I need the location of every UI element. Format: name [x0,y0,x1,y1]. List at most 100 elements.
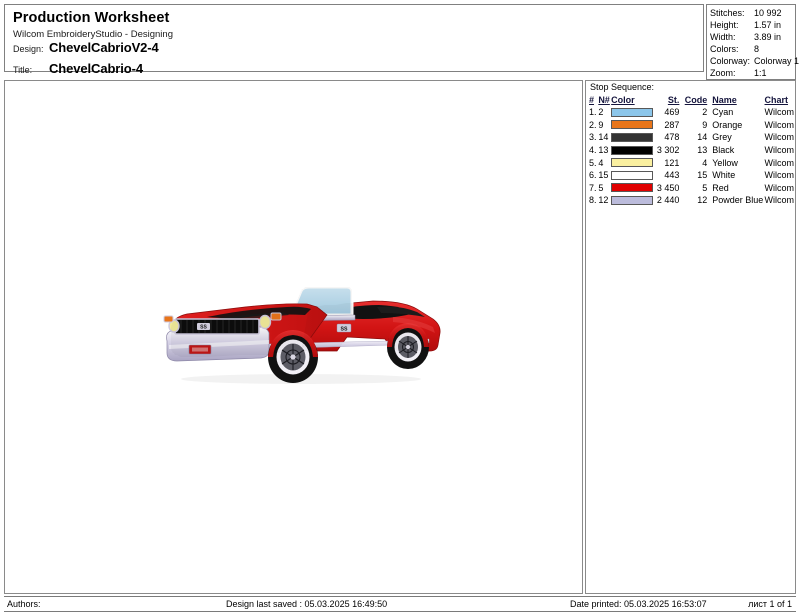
design-preview-canvas[interactable]: SS SS [4,80,583,594]
row-chart-name: Wilcom [764,157,795,168]
row-chart-name: Wilcom [764,132,795,143]
table-header-row: # N# Color St. Code Name Chart [589,94,794,106]
stat-row-width: Width: 3.89 in [710,31,795,43]
row-needle: 2 [598,107,604,118]
app-subtitle: Wilcom EmbroideryStudio - Designing [13,29,173,40]
row-chart-name: Wilcom [764,119,795,130]
page-footer: Authors: Design last saved : 05.03.2025 … [4,596,796,612]
stat-label-width: Width: [710,32,736,42]
row-index: 6. [589,170,597,181]
row-color-code: 9 [702,119,708,130]
row-color-code: 12 [697,195,708,206]
row-needle: 5 [598,182,604,193]
table-row[interactable]: 8. 12 2 440 12 Powder Blue Wilcom [589,194,794,207]
row-index: 3. [589,132,597,143]
color-swatch[interactable] [611,195,654,205]
row-needle: 9 [598,119,604,130]
row-needle: 13 [598,145,609,156]
row-stitch-count: 3 450 [656,182,680,193]
row-index: 1. [589,107,597,118]
row-color-code: 13 [697,145,708,156]
row-needle: 14 [598,132,609,143]
row-color-swatch-cell [611,119,654,132]
design-stats-panel: Stitches: 10 992 Height: 1.57 in Width: 3.8… [706,4,800,80]
design-name-value: ChevelCabrioV2-4 [49,40,159,55]
stop-sequence-table: # N# Color St. Code Name Chart 1. 2 469 2 Cy… [589,94,794,207]
column-header-stitches[interactable]: St. [654,94,683,106]
stat-label-height: Height: [710,20,739,30]
color-swatch[interactable] [611,170,654,180]
column-header-chart[interactable]: Chart [765,94,795,106]
row-stitch-count: 478 [664,132,680,143]
stat-label-zoom: Zoom: [710,68,736,78]
stat-row-height: Height: 1.57 in [710,19,795,31]
row-color-swatch-cell [611,169,654,182]
row-chart-name: Wilcom [764,145,795,156]
row-color-code: 15 [697,170,708,181]
row-color-swatch-cell [611,131,654,144]
stat-label-colors: Colors: [710,44,739,54]
color-swatch[interactable] [611,145,654,155]
row-color-name: Powder Blue [712,195,764,206]
row-index: 8. [589,195,597,206]
row-needle: 4 [598,157,604,168]
stat-label-colorway: Colorway: [710,56,751,66]
row-stitch-count: 287 [664,119,680,130]
row-stitch-count: 443 [664,170,680,181]
color-swatch[interactable] [611,158,654,168]
table-row[interactable]: 5. 4 121 4 Yellow Wilcom [589,156,794,169]
row-chart-name: Wilcom [764,107,795,118]
table-row[interactable]: 2. 9 287 9 Orange Wilcom [589,119,794,132]
table-row[interactable]: 3. 14 478 14 Grey Wilcom [589,131,794,144]
row-color-code: 5 [702,182,708,193]
page-title: Production Worksheet [13,10,170,26]
stat-row-stitches: Stitches: 10 992 [710,7,795,19]
column-header-code[interactable]: Code [683,94,712,106]
row-chart-name: Wilcom [764,182,795,193]
footer-authors-label: Authors: [7,599,41,609]
column-header-needle[interactable]: N# [598,94,611,106]
stat-value-colorway: Colorway 1 [754,56,800,66]
stop-sequence-label: Stop Sequence: [590,82,655,92]
column-header-index[interactable]: # [589,94,598,106]
column-header-name[interactable]: Name [712,94,764,106]
row-stitch-count: 2 440 [656,195,680,206]
table-row[interactable]: 6. 15 443 15 White Wilcom [589,169,794,182]
stop-sequence-panel: Stop Sequence: # N# Color St. Code Name … [585,80,796,594]
color-swatch[interactable] [611,107,654,117]
row-color-swatch-cell [611,182,654,195]
stat-row-zoom: Zoom: 1:1 [710,67,795,79]
stat-value-colors: 8 [754,44,760,54]
row-color-name: White [712,170,736,181]
stat-value-height: 1.57 in [754,20,782,30]
table-row[interactable]: 7. 5 3 450 5 Red Wilcom [589,182,794,195]
table-row[interactable]: 4. 13 3 302 13 Black Wilcom [589,144,794,157]
row-color-name: Cyan [712,107,734,118]
color-swatch[interactable] [611,183,654,193]
row-needle: 12 [598,195,609,206]
table-row[interactable]: 1. 2 469 2 Cyan Wilcom [589,106,794,119]
color-swatch[interactable] [611,132,654,142]
title-label: Title: [13,65,33,75]
footer-last-saved: Design last saved : 05.03.2025 16:49:50 [226,599,388,609]
row-needle: 15 [598,170,609,181]
design-label: Design: [13,44,44,54]
footer-page-number: лист 1 of 1 [748,599,792,609]
row-stitch-count: 121 [664,157,680,168]
row-color-name: Orange [712,119,743,130]
row-color-code: 2 [702,107,708,118]
stat-value-width: 3.89 in [754,32,782,42]
row-index: 4. [589,145,597,156]
row-index: 2. [589,119,597,130]
row-color-name: Yellow [712,157,738,168]
worksheet-header-box: Production Worksheet Wilcom EmbroiderySt… [4,4,704,76]
row-color-swatch-cell [611,156,654,169]
row-color-swatch-cell [611,106,654,119]
stat-value-stitches: 10 992 [754,8,782,18]
row-chart-name: Wilcom [764,195,795,206]
row-chart-name: Wilcom [764,170,795,181]
color-swatch[interactable] [611,120,654,130]
row-stitch-count: 3 302 [656,145,680,156]
stat-value-zoom: 1:1 [754,68,767,78]
column-header-color[interactable]: Color [611,94,654,106]
